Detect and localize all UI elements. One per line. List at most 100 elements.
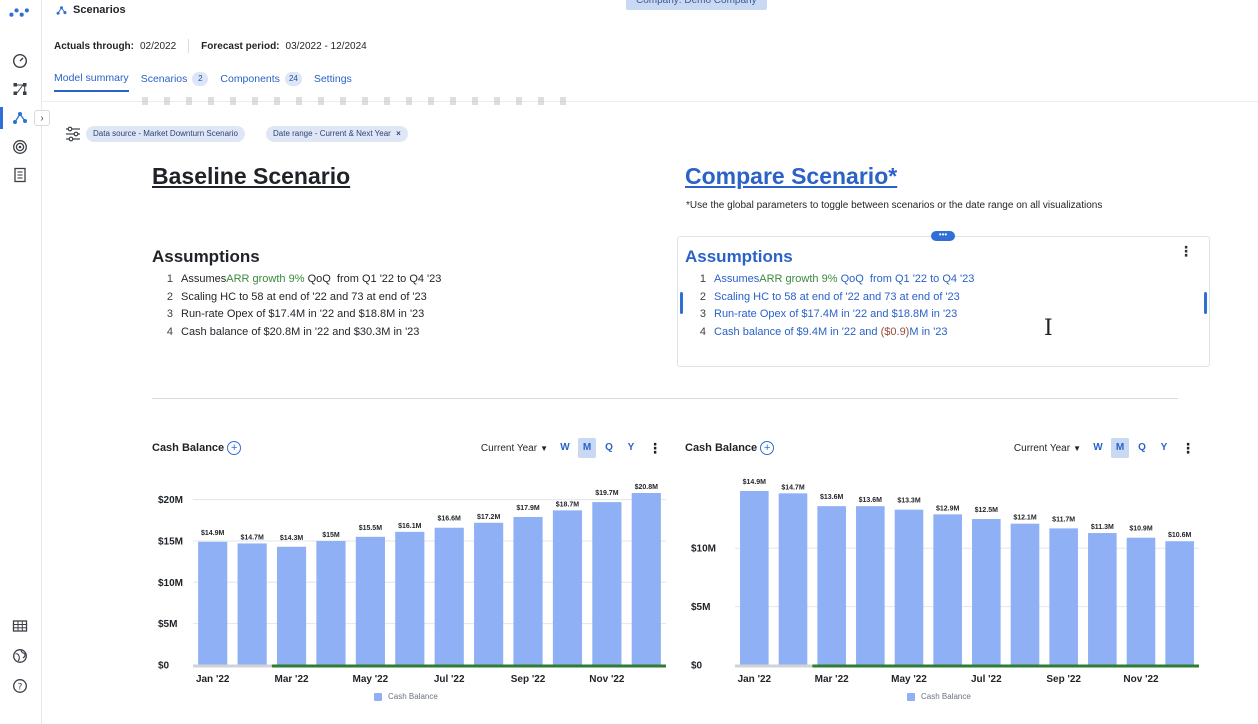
globe-icon[interactable]	[9, 645, 31, 667]
data-label: $17.2M	[477, 514, 501, 521]
data-label: $13.3M	[897, 498, 921, 505]
period-week-button[interactable]: W	[556, 438, 574, 458]
page-title-text: Scenarios	[73, 4, 126, 16]
data-label: $14.7M	[240, 534, 264, 541]
target-icon[interactable]	[9, 136, 31, 158]
tab-components[interactable]: Components 24	[220, 72, 302, 92]
chart-controls: Current Year ▼ W M Q Y ⋮	[481, 438, 662, 458]
bar	[631, 493, 661, 665]
period-year-button[interactable]: Y	[1155, 438, 1173, 458]
tab-model-summary[interactable]: Model summary	[54, 72, 129, 92]
date-range-dropdown[interactable]: Current Year ▼	[1014, 443, 1081, 454]
bar	[778, 493, 808, 665]
bar	[740, 491, 769, 665]
help-icon[interactable]: ?	[9, 675, 31, 697]
list-item: 2 Scaling HC to 58 at end of '22 and 73 a…	[688, 289, 974, 307]
bar	[1088, 533, 1117, 665]
x-tick-label: Jan '22	[738, 674, 772, 685]
chart-legend[interactable]: Cash Balance	[374, 692, 438, 701]
actuals-label: Actuals through:	[54, 40, 134, 52]
compare-scenario-title[interactable]: Compare Scenario*	[685, 163, 897, 190]
report-document-icon[interactable]	[9, 164, 31, 186]
data-label: $13.6M	[820, 494, 844, 501]
period-year-button[interactable]: Y	[622, 438, 640, 458]
period-month-button[interactable]: M	[578, 438, 596, 458]
compare-assumptions-heading[interactable]: Assumptions	[685, 247, 793, 267]
period-week-button[interactable]: W	[1089, 438, 1107, 458]
forecast-label: Forecast period:	[201, 40, 280, 52]
chart-title-text: Cash Balance	[685, 442, 758, 454]
baseline-scenario-title: Baseline Scenario	[152, 163, 351, 189]
chart-more-menu-icon[interactable]: ⋮	[1181, 440, 1195, 457]
filter-sliders-icon[interactable]	[64, 125, 82, 143]
tab-label: Scenarios	[140, 73, 188, 85]
tab-label: Model summary	[54, 72, 129, 84]
card-more-menu-icon[interactable]: ⋮	[1179, 244, 1193, 258]
baseline-assumptions-heading: Assumptions	[152, 247, 260, 266]
period-quarter-button[interactable]: Q	[1133, 438, 1151, 458]
filter-chip-date-range[interactable]: Date range - Current & Next Year ×	[266, 126, 408, 142]
list-item: 4 Cash balance of $20.8M in '22 and $30.3…	[155, 324, 441, 342]
tab-settings[interactable]: Settings	[314, 73, 352, 91]
y-tick-label: $0	[691, 661, 703, 672]
compare-scenario-note: *Use the global parameters to toggle bet…	[686, 200, 1103, 211]
left-nav-rail: › ?	[0, 0, 50, 724]
chart-more-menu-icon[interactable]: ⋮	[648, 440, 662, 457]
item-text: Cash balance of $20.8M in '22 and $30.3M…	[181, 325, 420, 338]
bar	[1165, 541, 1194, 665]
chart-legend[interactable]: Cash Balance	[907, 692, 971, 701]
bar	[592, 502, 622, 665]
meta-divider	[188, 39, 190, 53]
item-text: Scaling HC to 58 at end of '22 and 73 at…	[714, 290, 960, 303]
resize-handle-right[interactable]	[1204, 292, 1207, 314]
dashboard-gauge-icon[interactable]	[9, 50, 31, 72]
filter-chip-data-source[interactable]: Data source - Market Downturn Scenario	[86, 126, 245, 142]
legend-swatch	[907, 692, 915, 701]
pipeline-icon[interactable]	[9, 78, 31, 100]
add-circle-icon[interactable]: +	[760, 441, 775, 455]
item-number: 1	[699, 273, 706, 285]
item-text: M in '23	[909, 325, 948, 338]
chip-close-icon[interactable]: ×	[396, 129, 401, 138]
data-label: $14.9M	[743, 479, 767, 486]
tab-scenarios[interactable]: Scenarios 2	[141, 72, 209, 92]
item-number: 3	[166, 308, 173, 321]
expand-sidebar-chevron-icon[interactable]: ›	[34, 110, 50, 126]
forecast-value: 03/2022 - 12/2024	[285, 40, 367, 52]
y-tick-label: $5M	[691, 602, 710, 613]
active-nav-indicator	[0, 107, 3, 129]
data-label: $15.5M	[359, 525, 383, 532]
bar	[434, 527, 464, 665]
period-month-button[interactable]: M	[1111, 438, 1129, 458]
scenarios-nav-icon[interactable]	[9, 107, 31, 129]
item-text: QoQ from Q1 '22 to Q4 '23	[837, 273, 975, 285]
data-label: $12.5M	[975, 507, 999, 514]
bar	[316, 540, 346, 665]
bar	[817, 506, 846, 665]
compare-assumptions-list[interactable]: 1 Assumes ARR growth 9% QoQ from Q1 '22 t…	[688, 271, 975, 342]
caret-down-icon: ▼	[540, 443, 548, 453]
period-quarter-button[interactable]: Q	[600, 438, 618, 458]
add-circle-icon[interactable]: +	[227, 441, 242, 455]
toolbar-underlay	[142, 97, 572, 105]
bar	[513, 516, 543, 665]
table-grid-icon[interactable]	[9, 615, 31, 637]
drag-handle-dots-icon[interactable]: •••	[931, 231, 955, 241]
chart-title-text: Cash Balance	[152, 442, 225, 454]
bar	[894, 509, 924, 665]
logo-icon[interactable]	[6, 2, 34, 24]
tab-count-badge: 2	[192, 72, 209, 86]
date-range-dropdown[interactable]: Current Year ▼	[481, 443, 548, 454]
bar	[1126, 537, 1156, 665]
data-label: $10.6M	[1168, 532, 1192, 539]
resize-handle-left[interactable]	[680, 292, 683, 314]
dropdown-label: Current Year	[480, 442, 538, 454]
list-item: 1 Assumes ARR growth 9% QoQ from Q1 '22 t…	[688, 271, 975, 289]
tab-bar: Model summary Scenarios 2 Components 24 Se…	[54, 72, 352, 92]
data-label: $16.1M	[398, 523, 422, 530]
item-text: Run-rate Opex of $17.4M in '22 and $18.8…	[714, 308, 958, 321]
data-label: $12.9M	[936, 505, 960, 512]
x-tick-label: Mar '22	[275, 674, 310, 685]
list-item: 4 Cash balance of $9.4M in '22 and ($0.9)…	[688, 324, 974, 342]
x-tick-label: Jul '22	[971, 674, 1002, 685]
